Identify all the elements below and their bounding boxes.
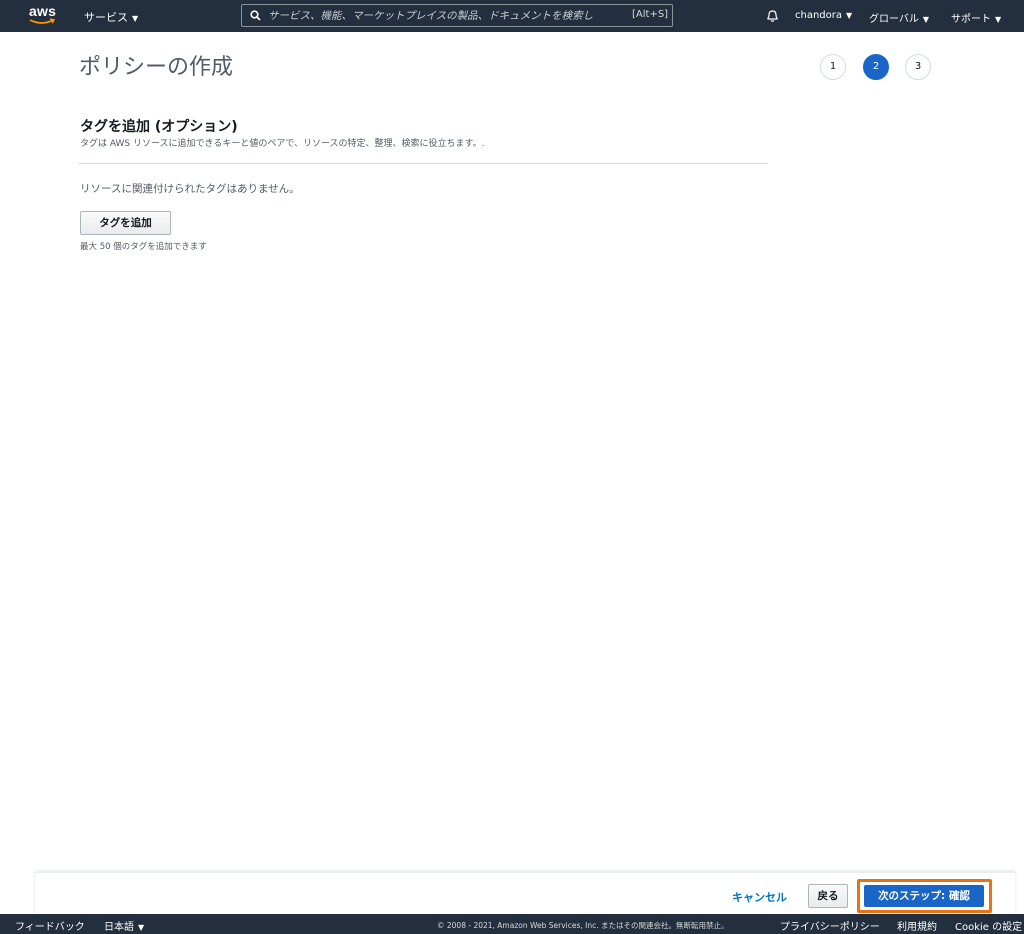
next-button-highlight: 次のステップ: 確認: [857, 879, 992, 913]
add-tag-button[interactable]: タグを追加: [80, 211, 171, 235]
services-menu[interactable]: サービス ▼: [84, 9, 138, 25]
caret-down-icon: ▼: [138, 923, 145, 932]
user-name: chandora: [795, 10, 843, 21]
caret-down-icon: ▼: [132, 14, 139, 23]
aws-logo-text: aws: [29, 3, 57, 19]
tags-section-heading: タグを追加 (オプション): [80, 119, 238, 135]
step-3: 3: [905, 54, 931, 80]
feedback-link[interactable]: フィードバック: [15, 918, 85, 933]
section-divider: [79, 163, 768, 164]
back-button[interactable]: 戻る: [808, 884, 848, 908]
step-1[interactable]: 1: [820, 54, 846, 80]
region-menu[interactable]: グローバル ▼: [869, 10, 929, 25]
aws-logo[interactable]: aws: [29, 3, 59, 29]
tag-limit-text: 最大 50 個のタグを追加できます: [80, 242, 207, 252]
privacy-policy-link[interactable]: プライバシーポリシー: [780, 918, 880, 933]
support-menu[interactable]: サポート ▼: [951, 10, 1001, 25]
bell-icon[interactable]: [766, 9, 779, 23]
tags-section-description: タグは AWS リソースに追加できるキーと値のペアで、リソースの特定、整理、検索…: [80, 139, 485, 149]
services-label: サービス: [84, 11, 128, 24]
caret-down-icon: ▼: [846, 11, 853, 20]
step-2-current: 2: [863, 54, 889, 80]
console-footer: フィードバック 日本語 ▼ © 2008 - 2021, Amazon Web S…: [0, 914, 1024, 934]
support-label: サポート: [951, 14, 991, 25]
search-input[interactable]: [268, 8, 628, 23]
search-box[interactable]: [Alt+S]: [241, 4, 673, 27]
cancel-link[interactable]: キャンセル: [732, 889, 787, 905]
aws-smile-icon: [29, 18, 56, 24]
terms-link[interactable]: 利用規約: [897, 918, 937, 933]
next-step-review-button[interactable]: 次のステップ: 確認: [864, 885, 984, 907]
language-selector[interactable]: 日本語 ▼: [104, 918, 144, 933]
region-label: グローバル: [869, 14, 919, 25]
copyright-text: © 2008 - 2021, Amazon Web Services, Inc.…: [437, 921, 729, 930]
top-navigation-bar: aws サービス▼ [Alt+S] chandora▼ グローバル▼ サポート▼: [0, 0, 1024, 32]
search-icon: [250, 10, 261, 21]
cookie-settings-link[interactable]: Cookie の設定: [955, 918, 1022, 933]
language-label: 日本語: [104, 922, 134, 933]
caret-down-icon: ▼: [995, 15, 1002, 24]
search-shortcut-hint: [Alt+S]: [632, 9, 669, 20]
caret-down-icon: ▼: [922, 15, 930, 24]
no-tags-message: リソースに関連付けられたタグはありません。: [80, 183, 300, 195]
page-title: ポリシーの作成: [79, 55, 234, 80]
user-menu[interactable]: chandora ▼: [795, 10, 852, 21]
wizard-action-bar: キャンセル 戻る 次のステップ: 確認: [35, 872, 1015, 915]
